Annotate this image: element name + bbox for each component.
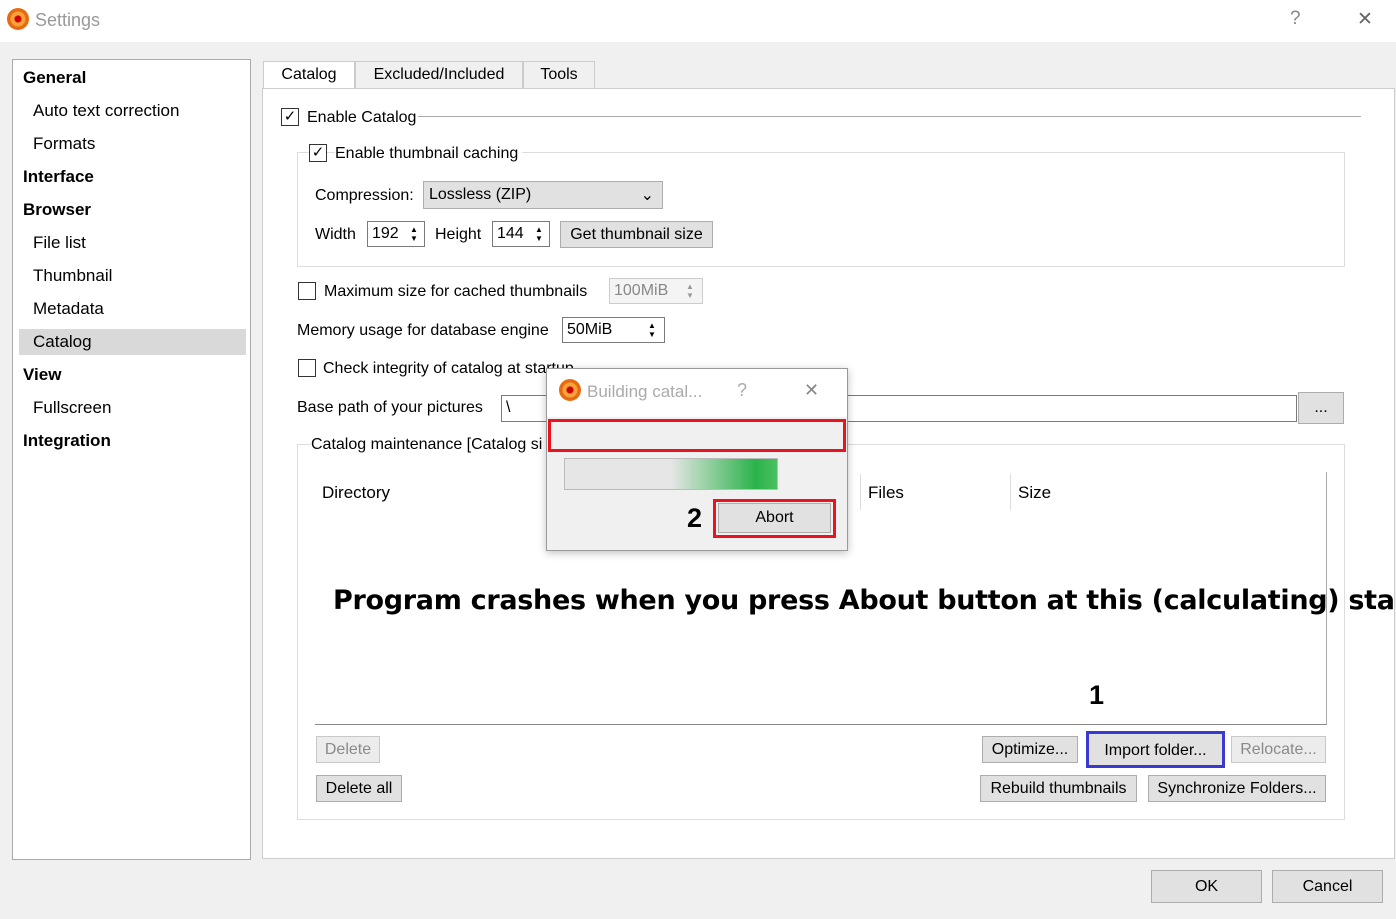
dialog-help-button[interactable]: ? [737, 380, 747, 401]
close-button[interactable]: ✕ [1357, 8, 1373, 31]
base-path-label: Base path of your pictures [297, 399, 483, 416]
import-folder-button[interactable]: Import folder... [1086, 731, 1225, 768]
width-value: 192 [372, 225, 399, 242]
sidebar-item-general[interactable]: General [19, 65, 246, 91]
column-divider [1010, 474, 1011, 510]
width-label: Width [315, 226, 356, 243]
rebuild-thumbnails-button[interactable]: Rebuild thumbnails [980, 775, 1137, 802]
cancel-button[interactable]: Cancel [1272, 870, 1383, 903]
height-value: 144 [497, 225, 524, 242]
ok-button[interactable]: OK [1151, 870, 1262, 903]
delete-button[interactable]: Delete [316, 736, 380, 763]
compression-value: Lossless (ZIP) [429, 186, 532, 203]
annotation-message: Program crashes when you press About but… [333, 585, 1396, 616]
memory-value: 50MiB [567, 321, 613, 338]
app-logo-icon [7, 8, 29, 30]
max-size-spinbox[interactable]: 100MiB ▲ ▼ [609, 278, 703, 304]
sidebar-item-metadata[interactable]: Metadata [19, 296, 246, 322]
height-label: Height [435, 226, 482, 243]
column-files[interactable]: Files [868, 483, 904, 503]
sidebar-item-fullscreen[interactable]: Fullscreen [19, 395, 246, 421]
building-catalog-dialog: Building catal... ? ✕ 2 Abort [546, 368, 848, 551]
annotation-step-1: 1 [1089, 680, 1105, 710]
status-text-highlight [548, 419, 846, 452]
thumbnail-group [297, 152, 1345, 267]
get-thumbnail-size-button[interactable]: Get thumbnail size [560, 221, 713, 248]
width-spinbox[interactable]: 192 ▲ ▼ [367, 221, 425, 247]
check-integrity-checkbox[interactable] [298, 359, 316, 377]
dialog-close-button[interactable]: ✕ [804, 380, 819, 401]
sidebar-item-interface[interactable]: Interface [19, 164, 246, 190]
compression-label: Compression: [315, 187, 414, 204]
sidebar-item-thumbnail[interactable]: Thumbnail [19, 263, 246, 289]
relocate-button[interactable]: Relocate... [1231, 736, 1326, 763]
title-bar: Settings ? ✕ [0, 0, 1396, 42]
sidebar-item-catalog[interactable]: Catalog [19, 329, 246, 355]
delete-all-button[interactable]: Delete all [316, 775, 402, 802]
maintenance-title: Catalog maintenance [Catalog si [311, 436, 547, 454]
spin-arrows-icon[interactable]: ▲ ▼ [644, 321, 660, 339]
app-logo-icon [559, 379, 581, 401]
spin-arrows-icon[interactable]: ▲ ▼ [531, 225, 547, 243]
sidebar-item-integration[interactable]: Integration [19, 428, 246, 454]
enable-catalog-checkbox[interactable]: ✓ [281, 108, 299, 126]
chevron-down-icon: ⌄ [640, 187, 654, 204]
memory-spinbox[interactable]: 50MiB ▲ ▼ [562, 317, 665, 343]
progress-fill [671, 459, 777, 489]
sidebar-item-file-list[interactable]: File list [19, 230, 246, 256]
column-directory[interactable]: Directory [322, 483, 390, 503]
window-title: Settings [35, 10, 101, 30]
max-size-value: 100MiB [614, 282, 669, 299]
abort-button[interactable]: Abort [718, 503, 831, 533]
sidebar-item-auto-text-correction[interactable]: Auto text correction [19, 98, 246, 124]
optimize-button[interactable]: Optimize... [982, 736, 1078, 763]
dialog-title: Building catal... [587, 382, 703, 401]
help-button[interactable]: ? [1290, 8, 1301, 30]
height-spinbox[interactable]: 144 ▲ ▼ [492, 221, 550, 247]
synchronize-folders-button[interactable]: Synchronize Folders... [1148, 775, 1326, 802]
memory-label: Memory usage for database engine [297, 322, 549, 339]
tab-catalog[interactable]: Catalog [263, 61, 355, 90]
max-size-label: Maximum size for cached thumbnails [324, 283, 588, 300]
base-path-value: \ [506, 399, 511, 416]
tab-excluded-included[interactable]: Excluded/Included [355, 61, 523, 89]
sidebar-item-view[interactable]: View [19, 362, 246, 388]
sidebar-item-formats[interactable]: Formats [19, 131, 246, 157]
max-size-checkbox[interactable] [298, 282, 316, 300]
spin-arrows-icon[interactable]: ▲ ▼ [406, 225, 422, 243]
spin-arrows-icon[interactable]: ▲ ▼ [682, 282, 698, 300]
annotation-step-2: 2 [687, 503, 703, 533]
divider [418, 116, 1361, 117]
compression-select[interactable]: Lossless (ZIP) ⌄ [423, 181, 663, 209]
enable-catalog-label: Enable Catalog [307, 109, 417, 126]
column-size[interactable]: Size [1018, 483, 1051, 503]
sidebar-item-browser[interactable]: Browser [19, 197, 246, 223]
enable-thumb-label: Enable thumbnail caching [335, 145, 523, 163]
settings-sidebar: General Auto text correction Formats Interf… [12, 59, 251, 860]
browse-button[interactable]: ... [1298, 392, 1344, 424]
column-divider [860, 474, 861, 510]
enable-thumb-checkbox[interactable]: ✓ [309, 144, 327, 162]
check-integrity-label: Check integrity of catalog at startup [323, 360, 574, 377]
tab-tools[interactable]: Tools [523, 61, 595, 89]
progress-bar [564, 458, 778, 490]
